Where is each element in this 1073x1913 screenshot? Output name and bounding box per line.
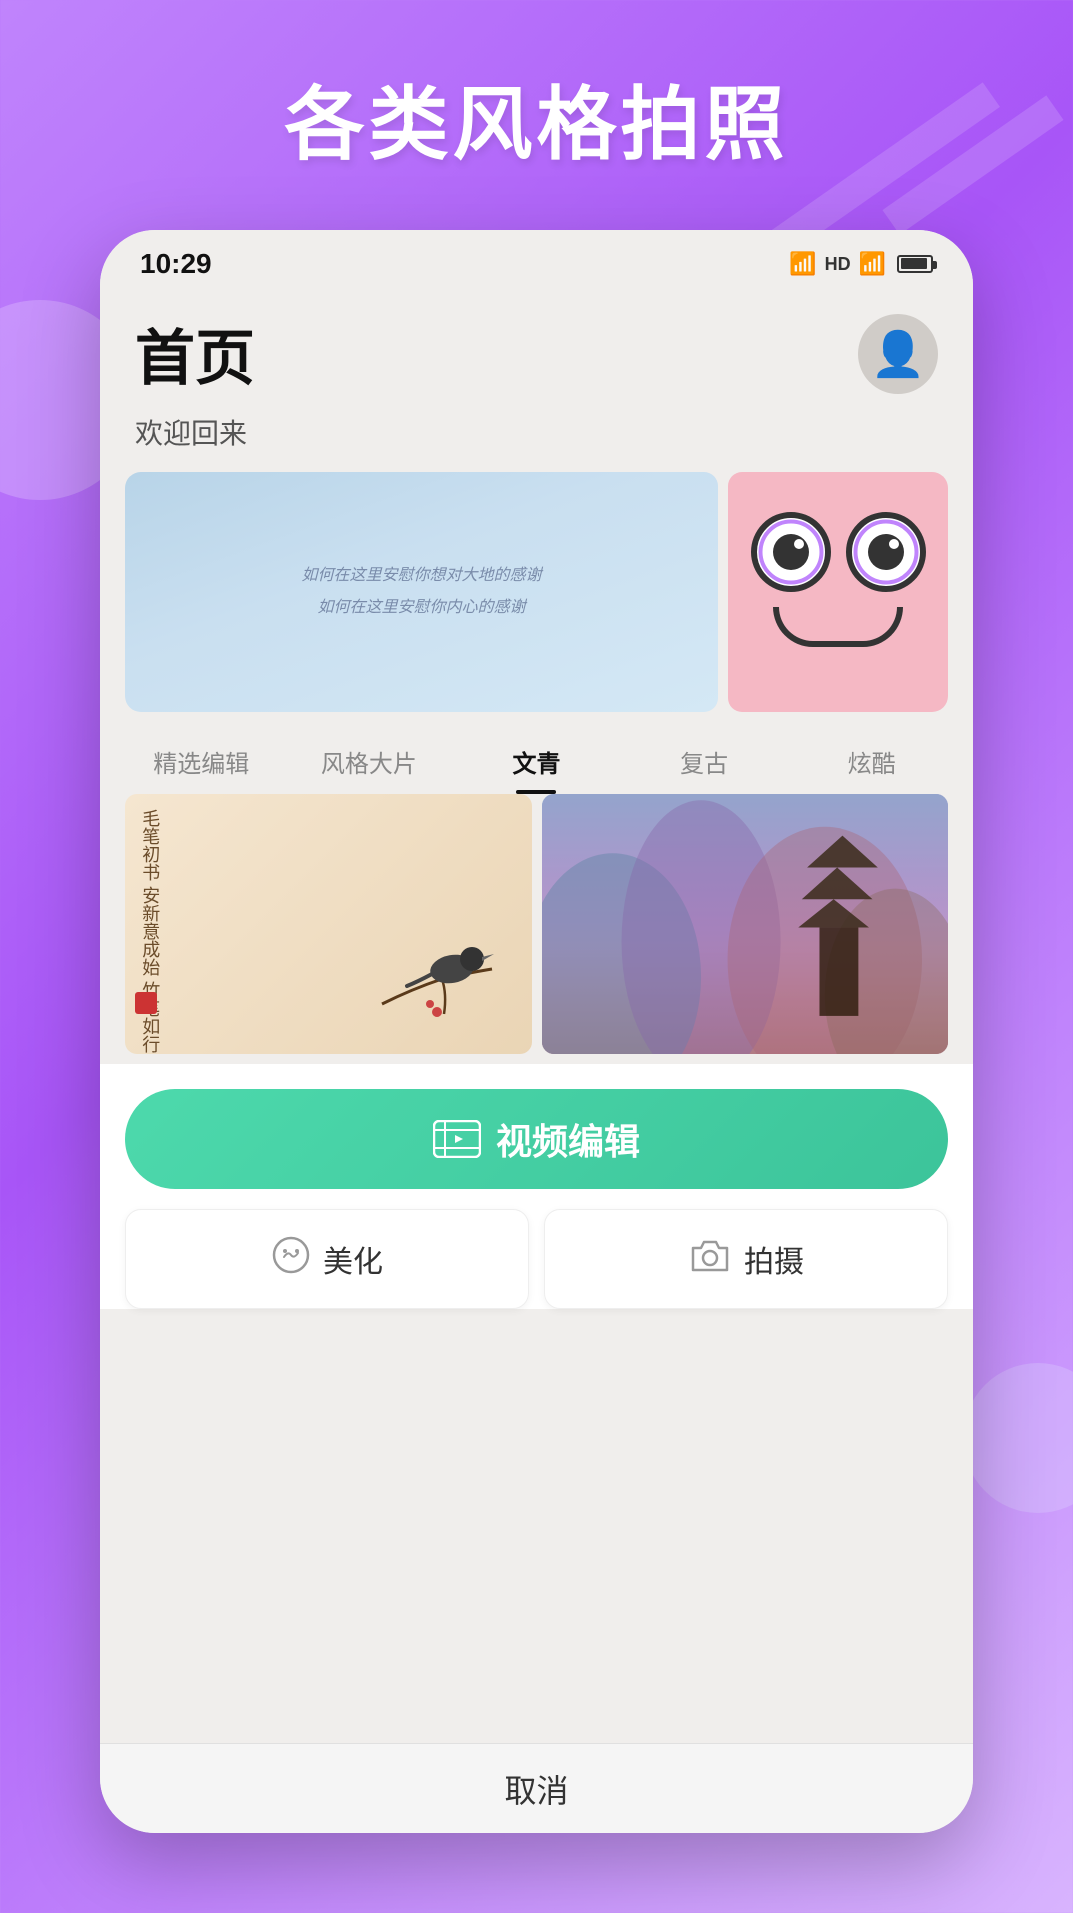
pagoda-view xyxy=(542,794,949,1054)
camera-icon xyxy=(688,1236,732,1283)
eye-shine xyxy=(794,539,804,549)
tab-style-film[interactable]: 风格大片 xyxy=(288,732,451,794)
app-title: 首页 xyxy=(135,310,255,397)
phone-mockup: 10:29 📶 HD 📶 首页 👤 欢迎回来 如何在这里安慰你想对大地的感谢 如… xyxy=(100,230,973,1833)
action-section: 视频编辑 美化 xyxy=(100,1064,973,1309)
cartoon-smile xyxy=(773,607,903,647)
banner-row: 如何在这里安慰你想对大地的感谢 如何在这里安慰你内心的感谢 xyxy=(125,472,948,712)
left-pupil xyxy=(773,534,809,570)
signal-icon: 📶 xyxy=(859,251,886,277)
ink-red-seal xyxy=(135,992,157,1014)
right-eye xyxy=(846,512,926,592)
photo-grid: 毛笔初书 安新意成始 竹笔如行 xyxy=(125,794,948,1054)
tab-wenqing[interactable]: 文青 xyxy=(455,732,618,794)
banner-card-left[interactable]: 如何在这里安慰你想对大地的感谢 如何在这里安慰你内心的感谢 xyxy=(125,472,718,712)
avatar-icon: 👤 xyxy=(871,328,926,380)
video-edit-label: 视频编辑 xyxy=(496,1113,640,1165)
cancel-bar: 取消 xyxy=(100,1743,973,1833)
ink-painting-view: 毛笔初书 安新意成始 竹笔如行 xyxy=(125,794,532,1054)
wifi-icon: 📶 xyxy=(789,251,816,277)
hd-icon: HD xyxy=(825,254,851,275)
camera-label: 拍摄 xyxy=(744,1237,804,1281)
welcome-text: 欢迎回来 xyxy=(100,407,973,472)
photo-ink-painting[interactable]: 毛笔初书 安新意成始 竹笔如行 xyxy=(125,794,532,1054)
cartoon-face xyxy=(738,492,938,692)
tab-retro[interactable]: 复古 xyxy=(623,732,786,794)
banner-left-text: 如何在这里安慰你想对大地的感谢 如何在这里安慰你内心的感谢 xyxy=(281,540,561,644)
video-icon-box xyxy=(433,1120,481,1158)
ink-calligraphy-text: 毛笔初书 安新意成始 竹笔如行 xyxy=(137,809,162,1053)
app-header: 首页 👤 xyxy=(100,290,973,407)
eye-container xyxy=(738,512,938,592)
right-eye-shine xyxy=(889,539,899,549)
banner-card-right[interactable] xyxy=(728,472,948,712)
small-buttons-row: 美化 拍摄 xyxy=(125,1209,948,1309)
right-pupil xyxy=(868,534,904,570)
status-bar: 10:29 📶 HD 📶 xyxy=(100,230,973,290)
tab-selected-edit[interactable]: 精选编辑 xyxy=(120,732,283,794)
ink-bird-svg xyxy=(372,904,502,1024)
photo-pagoda-landscape[interactable] xyxy=(542,794,949,1054)
cancel-button[interactable]: 取消 xyxy=(504,1766,568,1812)
bg-decoration-2 xyxy=(963,1363,1073,1513)
avatar-button[interactable]: 👤 xyxy=(858,314,938,394)
beautify-label: 美化 xyxy=(323,1237,383,1281)
landscape-svg xyxy=(542,794,949,1054)
tab-bar: 精选编辑 风格大片 文青 复古 炫酷 xyxy=(100,712,973,794)
camera-button[interactable]: 拍摄 xyxy=(544,1209,948,1309)
tab-cool[interactable]: 炫酷 xyxy=(790,732,953,794)
status-icons: 📶 HD 📶 xyxy=(789,251,933,277)
page-title: 各类风格拍照 xyxy=(0,60,1073,176)
video-edit-button[interactable]: 视频编辑 xyxy=(125,1089,948,1189)
status-time: 10:29 xyxy=(140,248,212,280)
video-edit-icon xyxy=(433,1120,481,1158)
beautify-icon xyxy=(271,1235,311,1284)
left-eye xyxy=(751,512,831,592)
battery-icon xyxy=(897,255,933,273)
beautify-button[interactable]: 美化 xyxy=(125,1209,529,1309)
